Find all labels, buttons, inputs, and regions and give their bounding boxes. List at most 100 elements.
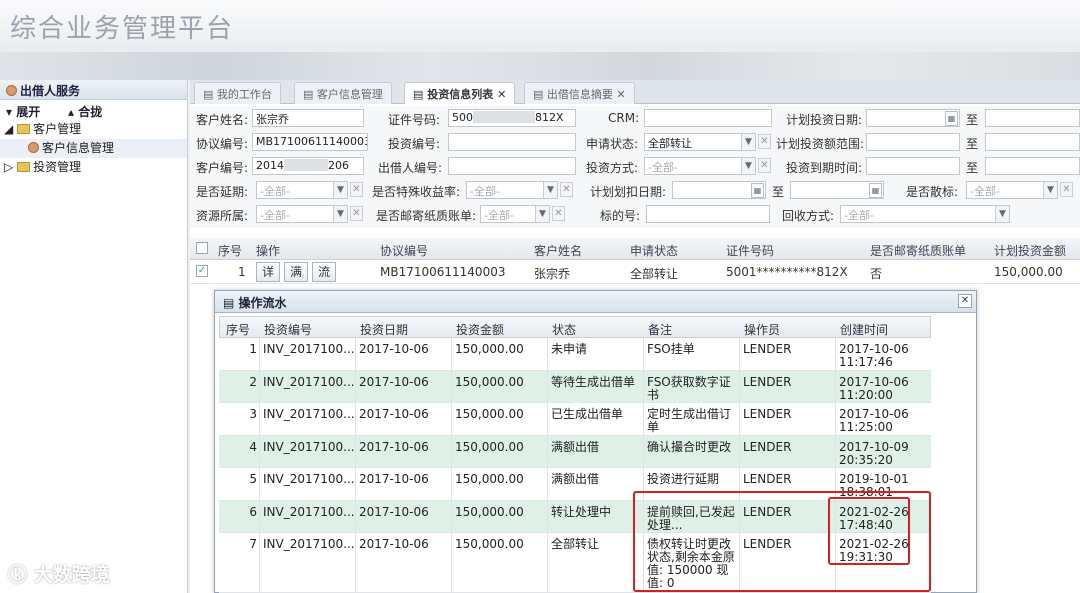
special-rate-select[interactable]: -全部- ▼ <box>466 181 558 199</box>
id-number-input[interactable]: 500 812X <box>448 109 576 127</box>
clear-icon[interactable]: ✕ <box>560 182 573 197</box>
resource-select[interactable]: -全部- ▼ <box>256 205 348 223</box>
invest-no-input[interactable] <box>448 133 576 151</box>
expand-label: 展开 <box>16 105 41 119</box>
tree-item-customer-management[interactable]: ◢ 客户管理 <box>0 120 187 139</box>
table-row[interactable]: ✓ 1 详 满 流 MB17100611140003 张宗乔 全部转让 5001… <box>190 260 1080 284</box>
expand-toggle-icon[interactable]: ▷ <box>4 160 13 174</box>
clear-icon[interactable]: ✕ <box>552 206 565 221</box>
plan-invest-date-to[interactable] <box>985 109 1080 127</box>
dialog-cell-no: 5 <box>249 472 257 486</box>
tab-label: 客户信息管理 <box>316 88 383 101</box>
lender-no-input[interactable] <box>448 157 576 175</box>
plan-deduct-to[interactable]: ▦ <box>790 181 884 199</box>
calendar-icon[interactable]: ▦ <box>945 111 958 126</box>
invest-due-from[interactable] <box>866 157 960 175</box>
dialog-cell-note: 投资进行延期 <box>647 472 720 486</box>
select-all-checkbox[interactable] <box>196 242 208 254</box>
agreement-no-input[interactable]: MB17100611140003 <box>252 133 368 151</box>
blurred-region <box>284 159 328 171</box>
dialog-cell-note: 确认撮合时更改 <box>647 440 732 454</box>
dialog-cell-status: 满额出借 <box>551 472 600 486</box>
plan-deduct-from[interactable]: ▦ <box>672 181 766 199</box>
dcol-status: 状态 <box>552 323 577 337</box>
dialog-cell-created: 2017-10-06 11:25:00 <box>839 407 909 434</box>
dialog-cell-amount: 150,000.00 <box>455 375 524 389</box>
clear-icon[interactable]: ✕ <box>1060 182 1073 197</box>
dialog-cell-note: 定时生成出借订单 <box>647 407 732 434</box>
close-icon[interactable]: ✕ <box>958 294 972 308</box>
app-header: 综合业务管理平台 <box>0 0 1080 52</box>
clear-icon[interactable]: ✕ <box>758 158 771 173</box>
to-label: 至 <box>966 137 979 151</box>
dialog-table-row[interactable]: 2 INV_2017100... 2017-10-06 150,000.00 等待生成出… <box>219 371 931 403</box>
calendar-icon[interactable]: ▦ <box>751 183 764 198</box>
plan-amount-range-label: 计划投资额范围: <box>776 137 865 151</box>
chevron-down-icon[interactable]: ▼ <box>333 182 347 198</box>
bid-no-input[interactable] <box>646 205 770 223</box>
chevron-down-icon[interactable]: ▼ <box>543 182 557 198</box>
clear-icon[interactable]: ✕ <box>350 182 363 197</box>
flow-button[interactable]: 流 <box>312 262 336 282</box>
detail-button[interactable]: 详 <box>256 262 280 282</box>
plan-amount-to[interactable] <box>985 133 1080 151</box>
paper-bill-select[interactable]: -全部- ▼ <box>480 205 550 223</box>
tab-investment-list[interactable]: ▤ 投资信息列表 ✕ <box>404 82 516 104</box>
dcol-amount: 投资金额 <box>456 323 505 337</box>
paper-bill-label: 是否邮寄纸质账单: <box>376 209 477 223</box>
invest-method-select[interactable]: -全部- ▼ <box>644 157 756 175</box>
dialog-table-row[interactable]: 1 INV_2017100... 2017-10-06 150,000.00 未申请 FS… <box>219 338 931 371</box>
sidebar-header: 出借人服务 <box>0 80 187 100</box>
plan-invest-date-from[interactable]: ▦ <box>866 109 960 127</box>
apply-status-select[interactable]: 全部转让 ▼ <box>644 133 756 151</box>
expand-toggle-icon[interactable]: ◢ <box>4 122 13 136</box>
clear-icon[interactable]: ✕ <box>350 206 363 221</box>
dialog-table-row[interactable]: 3 INV_2017100... 2017-10-06 150,000.00 已生成出借… <box>219 403 931 436</box>
tree-item-investment-management[interactable]: ▷ 投资管理 <box>0 158 187 177</box>
plan-amount-from[interactable] <box>866 133 960 151</box>
row-name: 张宗乔 <box>534 267 571 281</box>
paper-bill-value: -全部- <box>484 209 514 222</box>
tab-workbench[interactable]: ▤ 我的工作台 <box>194 82 281 104</box>
dialog-cell-amount: 150,000.00 <box>455 407 524 421</box>
dcol-operator: 操作员 <box>744 323 781 337</box>
chevron-down-icon[interactable]: ▼ <box>741 158 755 174</box>
tab-lending-summary[interactable]: ▤ 出借信息摘要 ✕ <box>524 82 635 104</box>
scattered-select[interactable]: -全部- ▼ <box>966 181 1058 199</box>
watermark-text: 大数跨境 <box>33 564 110 586</box>
invest-due-to[interactable] <box>985 157 1080 175</box>
dialog-table-row[interactable]: 4 INV_2017100... 2017-10-06 150,000.00 满额出借 确… <box>219 436 931 468</box>
row-checkbox[interactable]: ✓ <box>196 265 208 277</box>
chevron-down-icon[interactable]: ▼ <box>995 206 1009 222</box>
full-button[interactable]: 满 <box>284 262 308 282</box>
chevron-down-icon[interactable]: ▼ <box>741 134 755 150</box>
dialog-cell-invest-no: INV_2017100... <box>263 472 355 486</box>
dialog-cell-status: 全部转让 <box>551 537 600 551</box>
dialog-cell-created: 2017-10-06 11:17:46 <box>839 342 909 369</box>
dialog-cell-operator: LENDER <box>743 472 792 486</box>
customer-name-input[interactable]: 张宗乔 <box>252 109 364 127</box>
clear-icon[interactable]: ✕ <box>758 134 771 149</box>
calendar-icon[interactable]: ▦ <box>869 183 882 198</box>
extended-select[interactable]: -全部- ▼ <box>256 181 348 199</box>
expand-button[interactable]: ▾ 展开 <box>6 105 52 119</box>
to-label: 至 <box>772 185 785 199</box>
chevron-down-icon[interactable]: ▼ <box>535 206 549 222</box>
collapse-button[interactable]: ▴ 合拢 <box>68 105 114 119</box>
person-icon <box>6 85 17 96</box>
repay-method-select[interactable]: -全部- ▼ <box>840 205 1010 223</box>
sidebar-tools: ▾ 展开 ▴ 合拢 <box>0 100 187 120</box>
crm-input[interactable] <box>644 109 772 127</box>
tree-item-customer-info[interactable]: 客户信息管理 <box>0 139 187 158</box>
chevron-down-icon[interactable]: ▼ <box>1043 182 1057 198</box>
grid-col-no: 序号 <box>218 244 243 258</box>
collapse-label: 合拢 <box>78 105 103 119</box>
dialog-cell-invest-no: INV_2017100... <box>263 375 355 389</box>
dialog-cell-no: 6 <box>249 505 257 519</box>
chevron-down-icon[interactable]: ▼ <box>333 206 347 222</box>
tab-customer-info[interactable]: ▤ 客户信息管理 <box>294 82 392 104</box>
invest-due-time-label: 投资到期时间: <box>786 161 863 175</box>
dialog-table-header: 序号 投资编号 投资日期 投资金额 状态 备注 操作员 创建时间 <box>219 316 931 338</box>
repay-method-value: -全部- <box>844 209 874 222</box>
customer-no-input[interactable]: 2014 206 <box>252 157 364 175</box>
